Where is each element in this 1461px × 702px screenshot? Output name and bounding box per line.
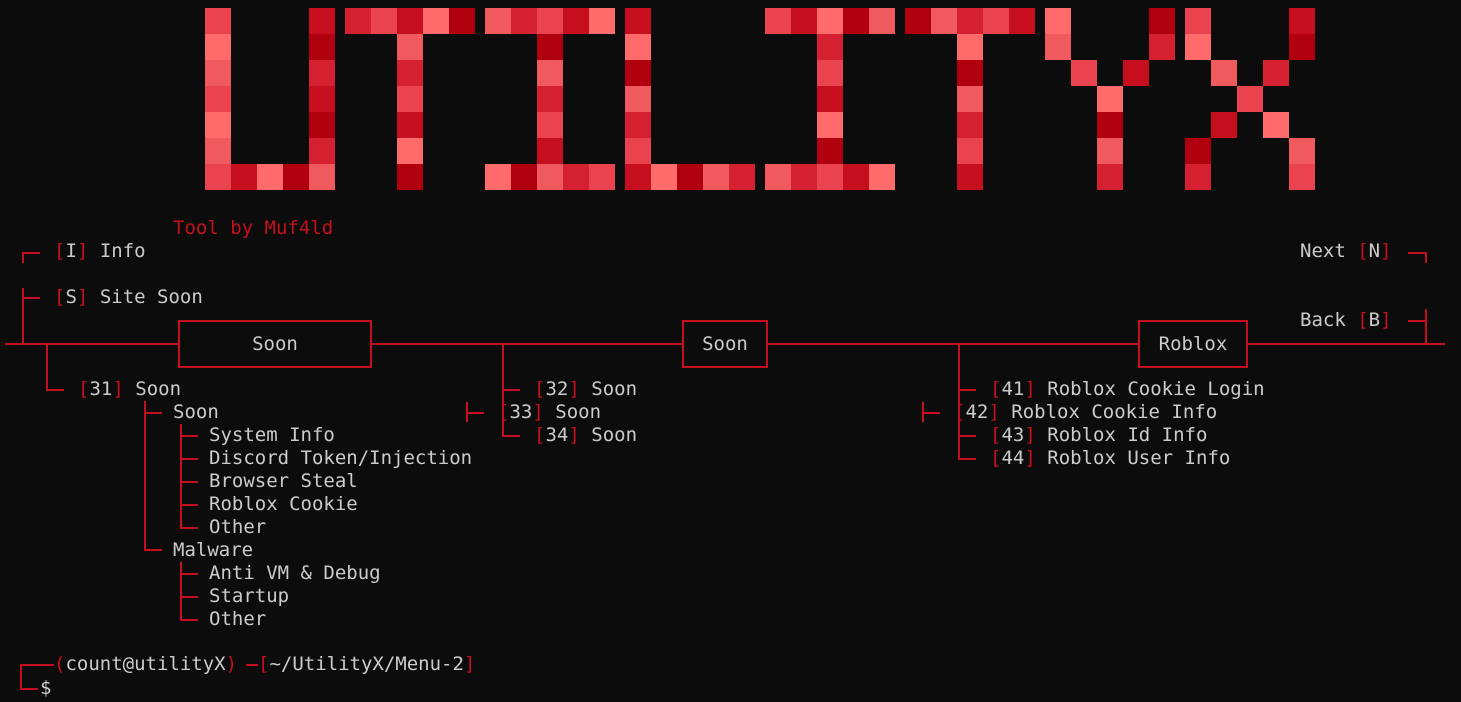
category-box-roblox[interactable]: Roblox bbox=[1138, 320, 1248, 368]
tree-line bbox=[466, 412, 484, 414]
tree-line bbox=[180, 481, 198, 483]
prompt-line bbox=[246, 664, 258, 666]
tree-line bbox=[502, 435, 520, 437]
credit-text: Tool by Muf4ld bbox=[173, 217, 334, 239]
tree-line bbox=[144, 549, 162, 551]
sub-item-startup: Startup bbox=[209, 585, 290, 607]
utilityx-banner-logo bbox=[205, 8, 1315, 195]
tree-line bbox=[144, 412, 162, 414]
prompt-path: [~/UtilityX/Menu-2] bbox=[258, 653, 476, 675]
tree-line bbox=[22, 297, 40, 299]
tree-line bbox=[180, 458, 198, 460]
tree-line bbox=[1408, 320, 1426, 322]
sub-item-system-info: System Info bbox=[209, 424, 335, 446]
option-site-soon[interactable]: [S] Site Soon bbox=[54, 286, 203, 309]
prompt-line bbox=[20, 664, 54, 666]
tree-line bbox=[180, 527, 198, 529]
tree-line bbox=[46, 389, 64, 391]
tree-line bbox=[1425, 309, 1427, 344]
tree-line bbox=[502, 389, 520, 391]
menu-item-41[interactable]: [41] Roblox Cookie Login bbox=[990, 378, 1265, 401]
tree-line bbox=[958, 389, 976, 391]
tree-line bbox=[180, 435, 198, 437]
sub-item-discord-token: Discord Token/Injection bbox=[209, 447, 473, 469]
tree-line bbox=[958, 435, 976, 437]
menu-item-42[interactable]: [42] Roblox Cookie Info bbox=[954, 401, 1217, 424]
sub-item-browser-steal: Browser Steal bbox=[209, 470, 358, 492]
tree-line bbox=[180, 619, 198, 621]
tree-line bbox=[180, 596, 198, 598]
menu-item-31[interactable]: [31] Soon bbox=[78, 378, 181, 401]
prompt-user: (count@utilityX) bbox=[54, 653, 238, 675]
sub-item-anti-vm: Anti VM & Debug bbox=[209, 562, 381, 584]
menu-item-33[interactable]: [33] Soon bbox=[498, 401, 601, 424]
menu-item-43[interactable]: [43] Roblox Id Info bbox=[990, 424, 1207, 447]
prompt-symbol[interactable]: $ bbox=[40, 677, 51, 700]
prompt-line bbox=[20, 664, 22, 690]
tree-line bbox=[180, 424, 182, 527]
sub-item-other-malware: Other bbox=[209, 608, 267, 630]
tree-line bbox=[1408, 252, 1426, 254]
tree-line bbox=[922, 412, 940, 414]
category-box-soon-1[interactable]: Soon bbox=[178, 320, 372, 368]
tree-line bbox=[958, 458, 976, 460]
tree-line bbox=[22, 252, 40, 254]
menu-item-34[interactable]: [34] Soon bbox=[534, 424, 637, 447]
tree-line bbox=[46, 344, 48, 390]
option-back[interactable]: Back [B] bbox=[1300, 309, 1392, 332]
sub-item-roblox-cookie: Roblox Cookie bbox=[209, 493, 358, 515]
menu-item-32[interactable]: [32] Soon bbox=[534, 378, 637, 401]
tree-line bbox=[144, 401, 146, 550]
option-info[interactable]: [I] Info bbox=[54, 240, 146, 263]
option-next[interactable]: Next [N] bbox=[1300, 240, 1392, 263]
tree-line bbox=[180, 562, 182, 620]
category-box-soon-2[interactable]: Soon bbox=[682, 320, 768, 368]
group-label-soon: Soon bbox=[173, 401, 219, 423]
menu-item-44[interactable]: [44] Roblox User Info bbox=[990, 447, 1230, 470]
group-label-malware: Malware bbox=[173, 539, 254, 561]
prompt-line bbox=[20, 688, 38, 690]
tree-line bbox=[1425, 252, 1427, 263]
sub-item-other: Other bbox=[209, 516, 267, 538]
tree-line bbox=[180, 504, 198, 506]
tree-line bbox=[180, 573, 198, 575]
